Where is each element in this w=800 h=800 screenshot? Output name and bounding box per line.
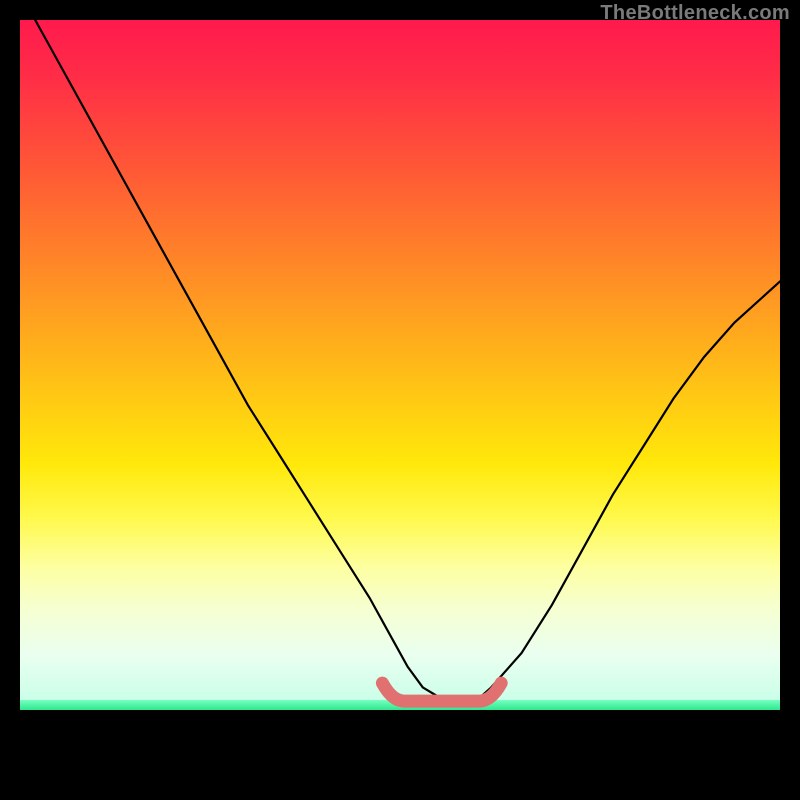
chart-frame: TheBottleneck.com bbox=[0, 0, 800, 800]
watermark-text: TheBottleneck.com bbox=[600, 2, 790, 25]
bottleneck-curve bbox=[20, 20, 780, 780]
